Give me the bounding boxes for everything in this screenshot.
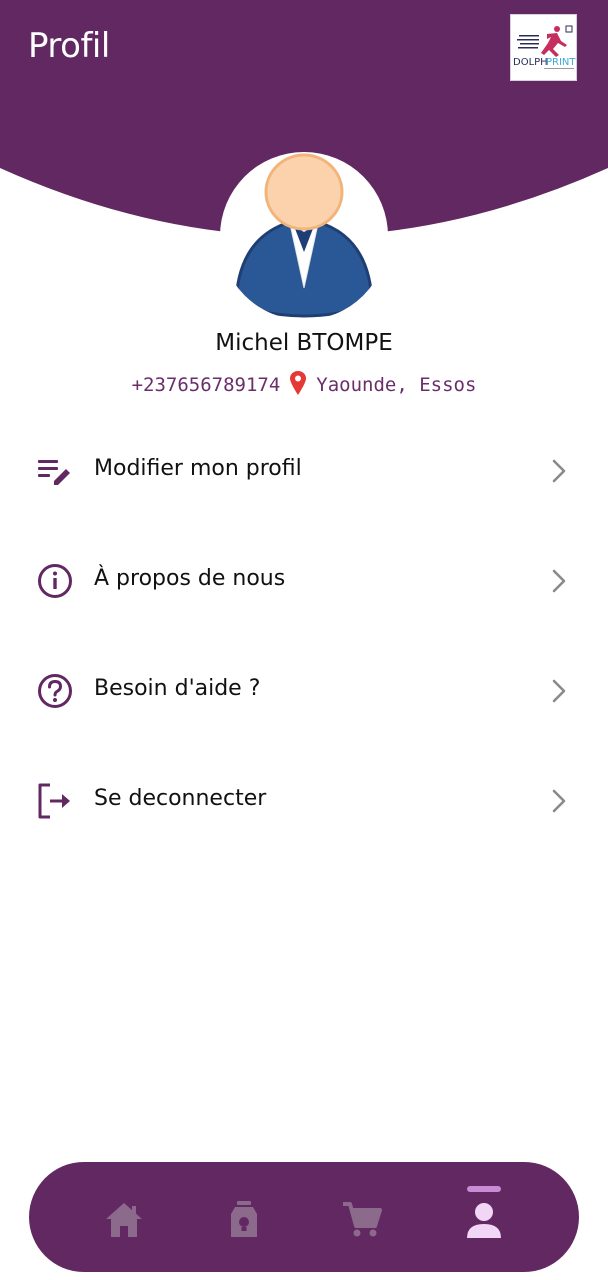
page-title: Profil: [28, 26, 110, 66]
user-contact-line: +237656789174 Yaounde, Essos: [0, 371, 608, 396]
menu-label: Se deconnecter: [94, 786, 267, 811]
menu-item-help[interactable]: Besoin d'aide ?: [0, 646, 608, 736]
nav-cart-button[interactable]: [327, 1182, 397, 1252]
nav-orders-button[interactable]: [209, 1182, 279, 1252]
edit-list-icon: [38, 460, 70, 485]
map-pin-icon: [290, 371, 307, 395]
brand-logo: DOLPH PRINT: [510, 14, 577, 81]
profile-avatar[interactable]: [220, 152, 388, 320]
chevron-right-icon: [552, 789, 566, 813]
nav-profile-button[interactable]: [449, 1182, 519, 1252]
user-location: Yaounde, Essos: [316, 374, 477, 396]
menu-item-about[interactable]: À propos de nous: [0, 536, 608, 626]
help-icon: [38, 674, 72, 708]
nav-home-button[interactable]: [89, 1182, 159, 1252]
home-icon: [106, 1203, 142, 1237]
user-avatar-icon: [234, 153, 374, 318]
chevron-right-icon: [552, 679, 566, 703]
logo-text-dolph: DOLPH: [513, 57, 548, 68]
menu-label: Modifier mon profil: [94, 456, 302, 481]
cart-icon: [343, 1202, 382, 1237]
menu-item-edit-profile[interactable]: Modifier mon profil: [0, 426, 608, 516]
menu-item-logout[interactable]: Se deconnecter: [0, 756, 608, 846]
info-icon: [38, 564, 72, 598]
menu-label: À propos de nous: [94, 566, 286, 591]
menu-label: Besoin d'aide ?: [94, 676, 261, 701]
user-name: Michel BTOMPE: [215, 330, 393, 356]
chevron-right-icon: [552, 459, 566, 483]
logo-text-print: PRINT: [546, 57, 576, 68]
user-phone: +237656789174: [131, 374, 281, 396]
chevron-right-icon: [552, 569, 566, 593]
bottom-navigation: [29, 1162, 579, 1272]
user-icon: [467, 1203, 501, 1238]
bottle-icon: [231, 1201, 257, 1237]
logout-icon: [38, 783, 70, 819]
